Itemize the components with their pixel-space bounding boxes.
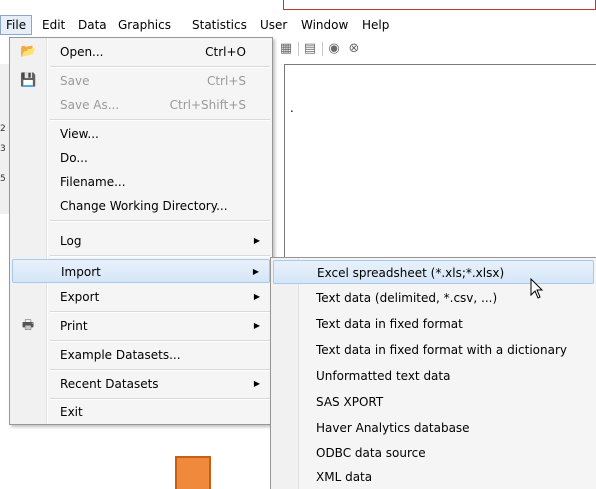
menu-window[interactable]: Window	[296, 15, 353, 35]
menu-item-example-datasets[interactable]: Example Datasets...	[12, 343, 270, 367]
import-item-text-fixed[interactable]: Text data in fixed format	[273, 312, 594, 336]
submenu-arrow-icon: ▶	[253, 379, 260, 388]
menu-item-do[interactable]: Do...	[12, 146, 270, 170]
data-browser-icon[interactable]: ▤	[302, 41, 318, 57]
menu-separator	[50, 311, 270, 313]
import-submenu: Excel spreadsheet (*.xls;*.xlsx) Text da…	[270, 257, 596, 489]
menu-help[interactable]: Help	[357, 15, 394, 35]
menu-graphics[interactable]: Graphics	[113, 15, 176, 35]
menu-item-filename[interactable]: Filename...	[12, 170, 270, 194]
menu-item-export[interactable]: Export ▶	[12, 285, 270, 309]
submenu-arrow-icon: ▶	[253, 321, 260, 330]
red-outline-box	[283, 0, 596, 10]
menu-bar: File Edit Data Graphics Statistics User …	[0, 13, 596, 37]
menu-separator	[50, 66, 270, 68]
menu-item-save[interactable]: 💾 Save Ctrl+S	[12, 69, 270, 93]
folder-open-icon: 📂	[20, 44, 37, 59]
import-item-xml[interactable]: XML data	[273, 465, 594, 489]
floppy-disk-icon: 💾	[20, 73, 37, 88]
results-window: .	[284, 64, 596, 260]
submenu-arrow-icon: ▶	[253, 236, 260, 245]
import-item-odbc[interactable]: ODBC data source	[273, 441, 594, 465]
submenu-arrow-icon: ▶	[252, 267, 259, 276]
menu-item-print[interactable]: 🖶 Print ▶	[12, 314, 270, 338]
break-icon[interactable]: ⊗	[346, 41, 362, 57]
orange-square	[175, 456, 211, 489]
clear-more-icon[interactable]: ◉	[326, 41, 342, 57]
menu-item-recent-datasets[interactable]: Recent Datasets ▶	[12, 372, 270, 396]
import-item-sas-xport[interactable]: SAS XPORT	[273, 390, 594, 414]
submenu-arrow-icon: ▶	[253, 292, 260, 301]
menu-item-save-as[interactable]: Save As... Ctrl+Shift+S	[12, 93, 270, 117]
file-menu: 📂 Open... Ctrl+O 💾 Save Ctrl+S Save As..…	[9, 37, 273, 425]
menu-separator	[50, 255, 270, 257]
menu-statistics[interactable]: Statistics	[187, 15, 252, 35]
menu-item-view[interactable]: View...	[12, 122, 270, 146]
menu-separator	[50, 119, 270, 121]
import-item-unformatted[interactable]: Unformatted text data	[273, 364, 594, 388]
menu-separator	[50, 340, 270, 342]
menu-edit[interactable]: Edit	[37, 15, 70, 35]
menu-separator	[50, 369, 270, 371]
menu-item-import[interactable]: Import ▶	[12, 259, 270, 283]
menu-item-exit[interactable]: Exit	[12, 400, 270, 424]
toolbar: ▦ ▤ ◉ ⊗	[276, 37, 596, 63]
import-item-haver[interactable]: Haver Analytics database	[273, 416, 594, 440]
menu-data[interactable]: Data	[73, 15, 112, 35]
menu-separator	[50, 220, 270, 222]
mouse-pointer-icon	[530, 278, 544, 299]
menu-file[interactable]: File	[0, 15, 33, 35]
command-prompt: .	[290, 101, 294, 115]
menu-user[interactable]: User	[255, 15, 292, 35]
import-item-text-fixed-dictionary[interactable]: Text data in fixed format with a diction…	[273, 338, 594, 362]
toolbar-separator	[322, 42, 323, 56]
menu-item-change-working-directory[interactable]: Change Working Directory...	[12, 194, 270, 218]
left-panel-edge: 2 3 5	[0, 64, 9, 214]
menu-separator	[50, 398, 270, 400]
menu-item-log[interactable]: Log ▶	[12, 229, 270, 253]
printer-icon: 🖶	[21, 318, 35, 333]
import-item-text-delimited[interactable]: Text data (delimited, *.csv, ...)	[273, 286, 594, 310]
menu-item-open[interactable]: 📂 Open... Ctrl+O	[12, 40, 270, 64]
data-editor-icon[interactable]: ▦	[278, 41, 294, 57]
toolbar-separator	[298, 42, 299, 56]
import-item-excel[interactable]: Excel spreadsheet (*.xls;*.xlsx)	[273, 260, 594, 284]
